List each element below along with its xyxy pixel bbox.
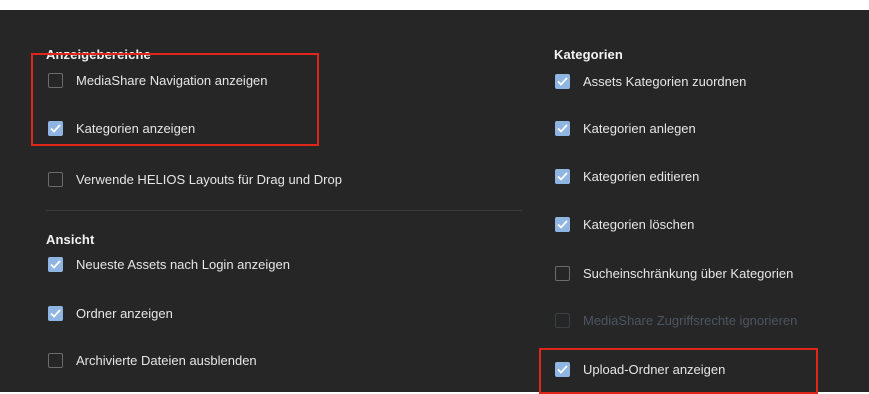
- option-label: Kategorien editieren: [583, 168, 700, 184]
- checkbox[interactable]: [555, 120, 570, 136]
- option-label: Assets Kategorien zuordnen: [583, 73, 747, 89]
- checkbox[interactable]: [555, 265, 570, 281]
- checkmark-icon: [50, 259, 61, 269]
- option-latest-assets[interactable]: Neueste Assets nach Login anzeigen: [48, 254, 290, 274]
- checkbox[interactable]: [555, 73, 570, 89]
- section-title-categories: Kategorien: [554, 47, 623, 62]
- option-ignore-access-rights: MediaShare Zugriffsrechte ignorieren: [555, 310, 797, 330]
- option-helios-layouts[interactable]: Verwende HELIOS Layouts für Drag und Dro…: [48, 169, 342, 189]
- option-show-folders[interactable]: Ordner anzeigen: [48, 303, 173, 323]
- settings-panel: Anzeigebereiche MediaShare Navigation an…: [0, 10, 869, 394]
- checkmark-icon: [557, 123, 568, 133]
- option-hide-archived[interactable]: Archivierte Dateien ausblenden: [48, 350, 257, 370]
- option-mediashare-navigation[interactable]: MediaShare Navigation anzeigen: [48, 70, 268, 90]
- checkmark-icon: [50, 123, 61, 133]
- option-create-categories[interactable]: Kategorien anlegen: [555, 118, 696, 138]
- checkbox[interactable]: [555, 361, 570, 377]
- checkbox[interactable]: [48, 256, 63, 272]
- option-assign-categories[interactable]: Assets Kategorien zuordnen: [555, 71, 746, 91]
- option-show-categories[interactable]: Kategorien anzeigen: [48, 118, 195, 138]
- option-label: Kategorien anlegen: [583, 120, 696, 136]
- section-divider: [46, 210, 522, 211]
- checkbox[interactable]: [48, 120, 63, 136]
- option-label: Sucheinschränkung über Kategorien: [583, 265, 794, 281]
- option-search-restriction[interactable]: Sucheinschränkung über Kategorien: [555, 263, 793, 283]
- option-delete-categories[interactable]: Kategorien löschen: [555, 214, 694, 234]
- option-label: Verwende HELIOS Layouts für Drag und Dro…: [76, 171, 342, 187]
- option-label: Kategorien anzeigen: [76, 120, 196, 136]
- checkbox[interactable]: [48, 352, 63, 368]
- option-label: Upload-Ordner anzeigen: [583, 361, 726, 377]
- option-label: MediaShare Navigation anzeigen: [76, 72, 268, 88]
- checkmark-icon: [557, 171, 568, 181]
- checkmark-icon: [557, 219, 568, 229]
- option-edit-categories[interactable]: Kategorien editieren: [555, 166, 699, 186]
- section-title-display-areas: Anzeigebereiche: [46, 47, 151, 62]
- checkbox[interactable]: [48, 72, 63, 88]
- checkmark-icon: [50, 308, 61, 318]
- checkbox[interactable]: [555, 168, 570, 184]
- checkmark-icon: [557, 76, 568, 86]
- option-label: Kategorien löschen: [583, 216, 695, 232]
- checkbox[interactable]: [48, 171, 63, 187]
- option-label: Neueste Assets nach Login anzeigen: [76, 256, 290, 272]
- section-title-view: Ansicht: [46, 232, 95, 247]
- option-show-upload-folder[interactable]: Upload-Ordner anzeigen: [555, 359, 725, 379]
- option-label: Archivierte Dateien ausblenden: [76, 352, 257, 368]
- checkbox[interactable]: [555, 216, 570, 232]
- checkbox[interactable]: [48, 305, 63, 321]
- option-label: Ordner anzeigen: [76, 305, 173, 321]
- option-label: MediaShare Zugriffsrechte ignorieren: [583, 312, 798, 328]
- checkmark-icon: [557, 364, 568, 374]
- checkbox: [555, 312, 570, 328]
